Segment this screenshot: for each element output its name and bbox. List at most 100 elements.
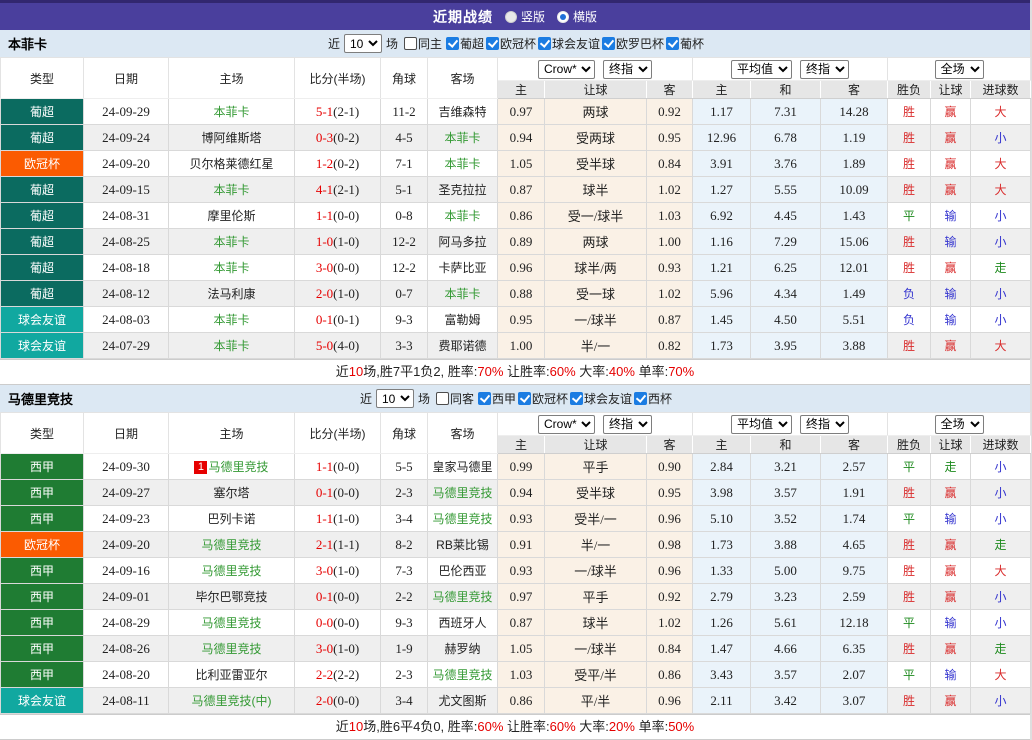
home-odds-cell: 0.97	[497, 583, 545, 610]
home-team-cell: 摩里伦斯	[168, 202, 295, 229]
handicap-result-cell: 赢	[930, 98, 972, 125]
summary-segment: 近	[335, 719, 349, 734]
full-match-scope-select[interactable]: 全场	[934, 414, 984, 434]
handicap-cell: 平/半	[544, 687, 647, 714]
odds-source-select[interactable]: Crow*	[538, 414, 595, 434]
goals-result-cell: 走	[970, 254, 1032, 281]
odds-source-select[interactable]: Crow*	[538, 59, 595, 79]
checkbox-icon[interactable]	[435, 392, 449, 405]
avg-home-cell: 2.11	[692, 687, 752, 714]
away-odds-cell: 1.02	[645, 280, 694, 307]
league-filter[interactable]: 西甲	[477, 390, 516, 407]
away-team-cell: RB莱比锡	[427, 531, 498, 558]
date-cell: 24-08-26	[83, 635, 169, 662]
avg-home-cell: 1.21	[692, 254, 752, 281]
away-team-name: 卡萨比亚	[438, 261, 487, 275]
checkbox-icon[interactable]	[666, 37, 680, 50]
score-cell: 2-0(0-0)	[294, 687, 381, 714]
same-side-filter[interactable]: 同主	[403, 35, 442, 52]
result-cell: 负	[887, 306, 932, 333]
away-team-name: 马德里竞技	[432, 512, 493, 526]
sub-column-header: 胜负	[887, 435, 932, 454]
recent-count-select[interactable]: 10	[343, 34, 382, 53]
team-section: 本菲卡 近 10 场同主 葡超 欧冠杯 球会友谊 欧罗巴杯 葡杯 类型 日期 主场 比分(半场) 角球…	[0, 30, 1032, 385]
league-filter[interactable]: 球会友谊	[570, 390, 632, 407]
away-team-name: 巴伦西亚	[438, 564, 487, 578]
avg-home-cell: 6.92	[692, 202, 752, 229]
handicap-cell: 半/一	[544, 531, 647, 558]
checkbox-icon[interactable]	[518, 392, 531, 405]
match-type-cell: 西甲	[0, 479, 84, 506]
full-match-scope-select[interactable]: 全场	[934, 59, 984, 79]
home-team-name: 法马利康	[207, 287, 256, 301]
match-row: 西甲 24-08-26 马德里竞技 3-0(1-0) 1-9 赫罗纳 1.05 一/球半 0.8…	[0, 635, 1032, 662]
full-time-score: 1-1	[315, 207, 334, 223]
half-time-score: (2-1)	[333, 103, 360, 119]
result-cell: 平	[887, 453, 932, 480]
column-header: 日期	[83, 57, 169, 99]
final-odds-select[interactable]: 终指	[603, 414, 652, 434]
checkbox-icon[interactable]	[570, 392, 584, 405]
avg-home-cell: 5.10	[692, 505, 752, 532]
half-time-score: (0-0)	[333, 484, 360, 500]
summary-segment: 10	[348, 364, 364, 379]
layout-radio-vertical[interactable]: 竖版	[504, 8, 545, 25]
select-group-cell: 平均值 终指	[692, 412, 889, 436]
full-time-score: 1-0	[315, 233, 334, 249]
avg-draw-cell: 4.34	[750, 280, 822, 307]
final-odds-select[interactable]: 终指	[800, 59, 850, 79]
league-filter[interactable]: 葡杯	[666, 35, 704, 52]
half-time-score: (1-0)	[333, 640, 360, 656]
match-type-cell: 球会友谊	[0, 306, 84, 333]
full-time-score: 5-1	[315, 103, 334, 119]
summary-segment: 40%	[608, 364, 635, 379]
avg-draw-cell: 3.57	[750, 661, 822, 688]
same-side-filter[interactable]: 同客	[435, 390, 474, 407]
sub-column-header: 主	[497, 435, 545, 454]
half-time-score: (0-0)	[333, 207, 360, 223]
final-odds-select[interactable]: 终指	[603, 59, 652, 79]
checkbox-icon[interactable]	[445, 37, 459, 50]
home-team-name: 比利亚雷亚尔	[195, 668, 268, 682]
score-cell: 2-0(1-0)	[294, 280, 381, 307]
result-cell: 胜	[887, 124, 932, 151]
select-group-cell: Crow* 终指	[496, 57, 694, 81]
avg-home-cell: 1.27	[692, 176, 752, 203]
corner-cell: 4-5	[380, 124, 428, 151]
result-cell: 胜	[887, 98, 932, 125]
average-odds-select[interactable]: 平均值	[731, 59, 793, 79]
checkbox-icon[interactable]	[486, 37, 499, 50]
average-odds-select[interactable]: 平均值	[731, 414, 793, 434]
away-odds-cell: 0.95	[645, 124, 694, 151]
match-type-cell: 欧冠杯	[0, 531, 84, 558]
league-filter[interactable]: 欧冠杯	[518, 390, 568, 407]
home-team-cell: 法马利康	[168, 280, 295, 307]
checkbox-icon[interactable]	[602, 37, 616, 50]
league-filter[interactable]: 西杯	[634, 390, 672, 407]
half-time-score: (1-1)	[333, 536, 360, 552]
league-filter[interactable]: 葡超	[445, 35, 484, 52]
handicap-result-cell: 赢	[930, 150, 972, 177]
home-team-name: 摩里伦斯	[207, 209, 256, 223]
final-odds-select[interactable]: 终指	[800, 414, 850, 434]
away-odds-cell: 1.02	[645, 176, 694, 203]
checkbox-icon[interactable]	[538, 37, 552, 50]
league-filter[interactable]: 欧罗巴杯	[602, 35, 664, 52]
score-cell: 3-0(1-0)	[294, 635, 381, 662]
avg-home-cell: 1.73	[692, 332, 752, 359]
full-time-score: 2-1	[315, 536, 334, 552]
radio-icon[interactable]	[504, 10, 517, 23]
checkbox-icon[interactable]	[477, 392, 491, 405]
checkbox-icon[interactable]	[634, 392, 648, 405]
recent-count-select[interactable]: 10	[375, 389, 414, 408]
home-team-cell: 本菲卡	[168, 306, 295, 333]
league-filter[interactable]: 欧冠杯	[486, 35, 536, 52]
avg-draw-cell: 3.88	[750, 531, 822, 558]
match-row: 西甲 24-09-27 塞尔塔 0-1(0-0) 2-3 马德里竞技 0.94 受半球 0.95…	[0, 479, 1032, 506]
layout-radio-horizontal[interactable]: 横版	[557, 8, 597, 25]
league-filter[interactable]: 球会友谊	[538, 35, 600, 52]
result-cell: 胜	[887, 583, 932, 610]
avg-away-cell: 6.35	[820, 635, 889, 662]
checkbox-icon[interactable]	[403, 37, 417, 50]
radio-icon[interactable]	[557, 10, 569, 23]
